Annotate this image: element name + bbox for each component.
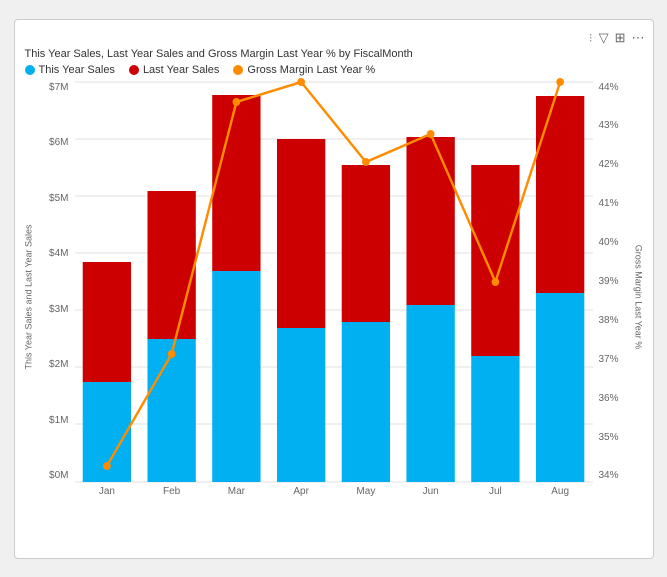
y-left-label-7m: $7M xyxy=(49,82,68,93)
chart-area: $7M $6M $5M $4M $3M $2M $1M $0M 44% 43% … xyxy=(23,82,645,512)
x-axis: Jan Feb Mar Apr May Jun Jul Aug xyxy=(75,482,593,512)
bar-may-last-year[interactable] xyxy=(341,165,389,322)
gm-point-aug xyxy=(556,78,564,86)
bar-jun-last-year[interactable] xyxy=(406,137,454,305)
legend-item-gross-margin: Gross Margin Last Year % xyxy=(233,64,375,76)
legend-label-gross-margin: Gross Margin Last Year % xyxy=(247,64,375,76)
y-right-label-41: 41% xyxy=(599,198,619,209)
y-left-label-5m: $5M xyxy=(49,193,68,204)
bar-apr-last-year[interactable] xyxy=(276,139,324,328)
bar-jan-last-year[interactable] xyxy=(82,262,130,382)
gm-point-jan xyxy=(103,462,111,470)
y-left-label-4m: $4M xyxy=(49,248,68,259)
y-axis-right-title-container: Gross Margin Last Year % xyxy=(633,117,645,477)
legend-item-this-year: This Year Sales xyxy=(25,64,115,76)
y-left-label-1m: $1M xyxy=(49,415,68,426)
legend-label-this-year: This Year Sales xyxy=(39,64,115,76)
legend-label-last-year: Last Year Sales xyxy=(143,64,219,76)
gm-point-apr xyxy=(297,78,305,86)
y-axis-right-title: Gross Margin Last Year % xyxy=(634,244,644,349)
drag-handle-icon: ⁝ xyxy=(589,31,593,45)
gm-point-feb xyxy=(167,350,175,358)
y-left-label-6m: $6M xyxy=(49,137,68,148)
y-right-label-37: 37% xyxy=(599,354,619,365)
legend-dot-gross-margin xyxy=(233,65,243,75)
y-left-label-0m: $0M xyxy=(49,470,68,481)
bar-may-this-year[interactable] xyxy=(341,322,389,482)
bar-feb-last-year[interactable] xyxy=(147,191,195,339)
more-icon[interactable]: ⋯ xyxy=(632,30,645,46)
y-left-label-2m: $2M xyxy=(49,359,68,370)
bar-feb-this-year[interactable] xyxy=(147,339,195,482)
bar-mar-this-year[interactable] xyxy=(212,271,260,482)
y-right-label-43: 43% xyxy=(599,120,619,131)
y-right-label-39: 39% xyxy=(599,276,619,287)
legend: This Year Sales Last Year Sales Gross Ma… xyxy=(25,64,645,76)
gm-point-jun xyxy=(426,130,434,138)
y-right-label-38: 38% xyxy=(599,315,619,326)
x-label-apr: Apr xyxy=(269,486,334,497)
bar-jul-last-year[interactable] xyxy=(471,165,519,356)
y-right-label-34: 34% xyxy=(599,470,619,481)
gm-point-may xyxy=(362,158,370,166)
bar-apr-this-year[interactable] xyxy=(276,328,324,482)
bar-mar-last-year[interactable] xyxy=(212,95,260,271)
chart-title: This Year Sales, Last Year Sales and Gro… xyxy=(25,48,645,60)
gm-point-jul xyxy=(491,278,499,286)
y-right-label-35: 35% xyxy=(599,432,619,443)
y-right-label-44: 44% xyxy=(599,82,619,93)
legend-dot-this-year xyxy=(25,65,35,75)
y-axis-left-title-container: This Year Sales and Last Year Sales xyxy=(23,117,35,477)
chart-inner xyxy=(75,82,593,482)
y-axis-left-title: This Year Sales and Last Year Sales xyxy=(24,224,34,369)
legend-item-last-year: Last Year Sales xyxy=(129,64,219,76)
bar-jun-this-year[interactable] xyxy=(406,305,454,482)
y-right-label-42: 42% xyxy=(599,159,619,170)
x-label-may: May xyxy=(334,486,399,497)
y-right-label-36: 36% xyxy=(599,393,619,404)
toolbar: ⁝ ▽ ⊞ ⋯ xyxy=(23,30,645,46)
x-label-jan: Jan xyxy=(75,486,140,497)
x-label-jun: Jun xyxy=(398,486,463,497)
expand-icon[interactable]: ⊞ xyxy=(615,30,626,46)
chart-container: ⁝ ▽ ⊞ ⋯ This Year Sales, Last Year Sales… xyxy=(14,19,654,559)
y-left-label-3m: $3M xyxy=(49,304,68,315)
x-label-feb: Feb xyxy=(139,486,204,497)
bar-aug-this-year[interactable] xyxy=(535,293,583,482)
chart-svg xyxy=(75,82,593,482)
y-right-label-40: 40% xyxy=(599,237,619,248)
x-label-aug: Aug xyxy=(528,486,593,497)
filter-icon[interactable]: ▽ xyxy=(599,30,609,46)
gm-point-mar xyxy=(232,98,240,106)
legend-dot-last-year xyxy=(129,65,139,75)
bar-jul-this-year[interactable] xyxy=(471,356,519,482)
bar-aug-last-year[interactable] xyxy=(535,96,583,293)
x-label-jul: Jul xyxy=(463,486,528,497)
x-label-mar: Mar xyxy=(204,486,269,497)
